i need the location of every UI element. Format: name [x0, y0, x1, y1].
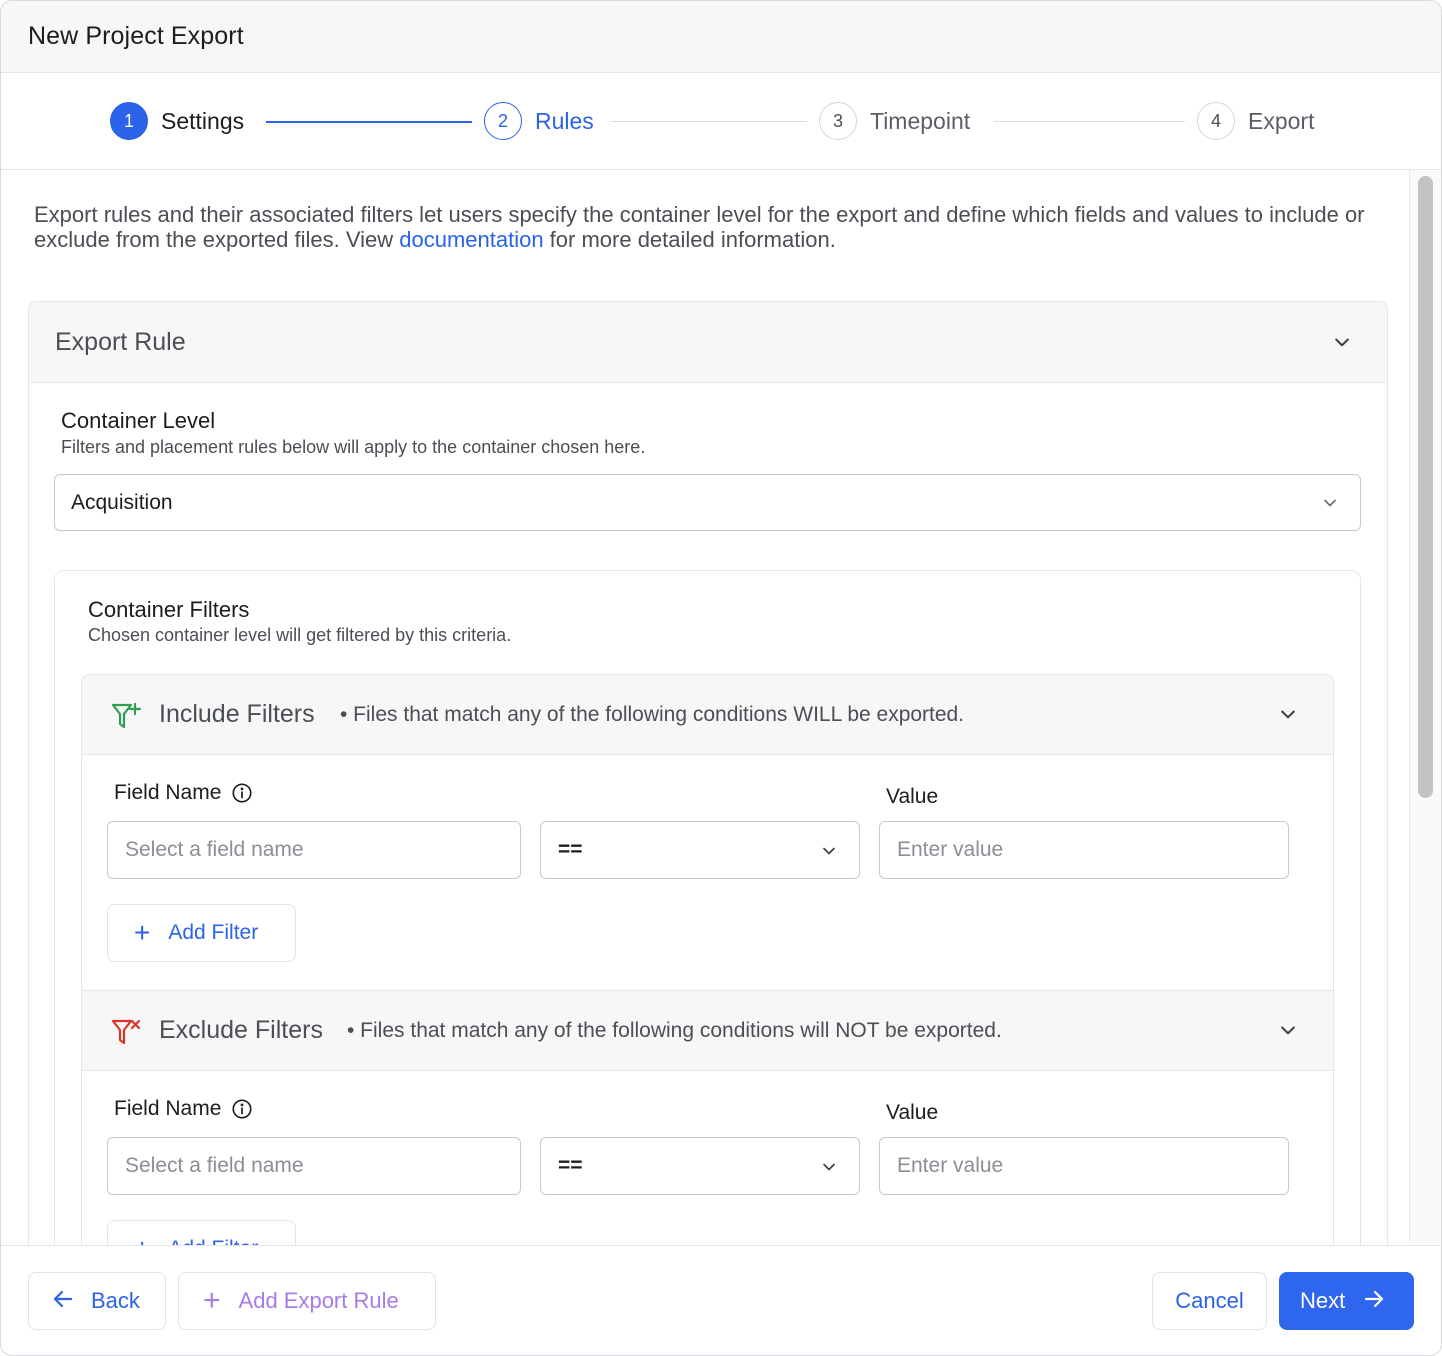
exclude-filters-header[interactable]: Exclude Filters • Files that match any o… [81, 990, 1334, 1071]
scrollbar-thumb[interactable] [1418, 176, 1433, 798]
step-settings[interactable]: 1 Settings [110, 101, 244, 141]
step-number: 4 [1197, 102, 1235, 140]
step-label: Settings [161, 107, 245, 134]
step-number: 2 [484, 102, 522, 140]
exclude-filters-description: • Files that match any of the following … [347, 1018, 1002, 1042]
plus-icon: + [134, 1235, 150, 1246]
chevron-down-icon[interactable] [1276, 1018, 1300, 1042]
cancel-button[interactable]: Cancel [1152, 1272, 1267, 1330]
filter-x-icon [111, 1019, 141, 1045]
exclude-filters-body: Field Name Value Select a field name == … [81, 1071, 1334, 1245]
container-filters-title: Container Filters [88, 597, 250, 622]
step-rules[interactable]: 2 Rules [484, 101, 594, 141]
include-filters-title: Include Filters [159, 700, 315, 728]
field-name-label-text: Field Name [114, 1097, 222, 1120]
intro-text: Export rules and their associated filter… [34, 202, 1394, 252]
info-icon[interactable] [231, 1098, 253, 1120]
include-filters-header[interactable]: Include Filters • Files that match any o… [81, 674, 1334, 755]
export-rule-header[interactable]: Export Rule [29, 302, 1387, 383]
export-rule-title: Export Rule [55, 327, 186, 356]
intro-text-end: for more detailed information. [543, 227, 836, 252]
dialog-title: New Project Export [28, 22, 244, 50]
add-export-rule-button[interactable]: + Add Export Rule [178, 1272, 436, 1330]
step-export[interactable]: 4 Export [1197, 101, 1314, 141]
field-name-label-text: Field Name [114, 781, 222, 804]
new-project-export-dialog: New Project Export 1 Settings 2 Rules 3 … [0, 0, 1442, 1356]
include-filters-body: Field Name Value Select a field name == … [81, 755, 1334, 990]
exclude-field-name-input[interactable]: Select a field name [107, 1137, 521, 1195]
documentation-link[interactable]: documentation [399, 227, 543, 252]
dialog-header: New Project Export [1, 1, 1441, 73]
chevron-down-icon [1318, 491, 1342, 515]
container-filters-subtitle: Chosen container level will get filtered… [88, 625, 512, 645]
arrow-right-icon [1361, 1287, 1387, 1315]
back-button[interactable]: Back [28, 1272, 166, 1330]
step-timepoint[interactable]: 3 Timepoint [819, 101, 970, 141]
step-connector-2 [611, 121, 807, 122]
back-label: Back [91, 1288, 140, 1313]
container-level-title: Container Level [61, 408, 216, 433]
plus-icon: + [203, 1284, 221, 1317]
dialog-footer: Back + Add Export Rule Cancel Next [1, 1245, 1441, 1355]
container-level-value: Acquisition [71, 490, 173, 514]
include-field-name-label: Field Name [114, 781, 253, 805]
operator-value: == [558, 838, 583, 861]
chevron-down-icon[interactable] [1276, 702, 1300, 726]
step-connector-3 [994, 121, 1185, 122]
add-filter-label: Add Filter [168, 1237, 258, 1245]
next-label: Next [1300, 1288, 1346, 1313]
exclude-operator-select[interactable]: == [540, 1137, 860, 1195]
step-connector-1 [266, 121, 472, 123]
content-scrollbar[interactable] [1409, 170, 1441, 1245]
exclude-value-input[interactable]: Enter value [879, 1137, 1289, 1195]
next-button[interactable]: Next [1279, 1272, 1414, 1330]
include-filters-description: • Files that match any of the following … [340, 702, 965, 726]
step-number: 1 [110, 102, 148, 140]
include-value-label: Value [886, 785, 939, 808]
step-label: Rules [535, 107, 594, 134]
step-label: Export [1248, 107, 1315, 134]
arrow-left-icon [51, 1287, 75, 1315]
chevron-down-icon [817, 1155, 841, 1179]
add-export-rule-label: Add Export Rule [238, 1288, 399, 1313]
exclude-add-filter-button[interactable]: + Add Filter [107, 1220, 296, 1245]
step-number: 3 [819, 102, 857, 140]
info-icon[interactable] [231, 782, 253, 804]
plus-icon: + [134, 917, 151, 948]
cancel-label: Cancel [1175, 1288, 1244, 1313]
include-operator-select[interactable]: == [540, 821, 860, 879]
filter-plus-icon [111, 702, 142, 729]
step-label: Timepoint [870, 107, 971, 134]
add-filter-label: Add Filter [168, 921, 259, 944]
exclude-filters-title: Exclude Filters [159, 1016, 323, 1044]
operator-value: == [558, 1154, 583, 1177]
exclude-value-label: Value [886, 1101, 939, 1124]
container-filters-card: Container Filters Chosen container level… [54, 570, 1361, 1245]
container-level-select[interactable]: Acquisition [54, 474, 1361, 531]
rules-content: Export rules and their associated filter… [1, 170, 1411, 1245]
include-field-name-input[interactable]: Select a field name [107, 821, 521, 879]
export-rule-card: Export Rule Container Level Filters and … [28, 301, 1388, 1245]
chevron-down-icon[interactable] [1330, 330, 1354, 354]
exclude-field-name-label: Field Name [114, 1097, 253, 1121]
include-value-input[interactable]: Enter value [879, 821, 1289, 879]
chevron-down-icon [817, 839, 841, 863]
container-level-subtitle: Filters and placement rules below will a… [61, 437, 646, 457]
include-add-filter-button[interactable]: + Add Filter [107, 904, 296, 962]
